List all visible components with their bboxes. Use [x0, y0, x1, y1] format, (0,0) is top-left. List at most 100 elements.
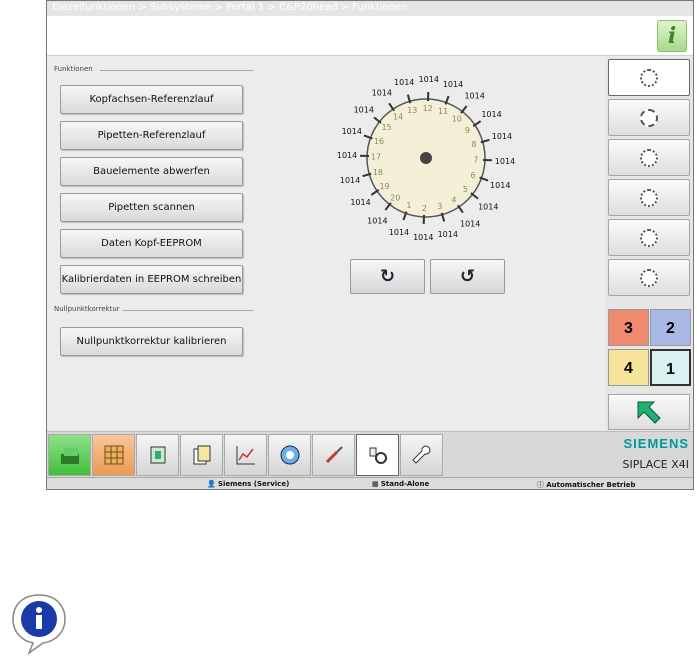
dial-position-number: 14	[393, 113, 403, 122]
kalibrierdaten-schreiben-button[interactable]: Kalibrierdaten in EEPROM schreiben	[60, 265, 243, 294]
gear-dial-button[interactable]	[608, 99, 690, 136]
screwdriver-icon	[325, 446, 343, 464]
chart-icon	[236, 446, 255, 465]
stack-icon	[60, 448, 79, 464]
top-bar: i	[47, 16, 693, 56]
dial-position-number: 16	[374, 137, 384, 146]
go-button[interactable]	[608, 394, 690, 430]
dial-value-label: 1014	[438, 230, 458, 239]
nullpunktkorrektur-kalibrieren-button[interactable]: Nullpunktkorrektur kalibrieren	[60, 327, 243, 356]
dial-value-label: 1014	[481, 110, 501, 119]
rotate-cw-button[interactable]: ↺	[430, 259, 505, 294]
dial-value-label: 1014	[460, 219, 480, 228]
dial-value-label: 1014	[342, 127, 362, 136]
dial-center	[420, 152, 432, 164]
dial-position-number: 2	[422, 204, 427, 213]
dial-position-number: 1	[406, 201, 411, 210]
quadrant-2-button[interactable]: 2	[650, 309, 691, 346]
quadrant-4-button[interactable]: 4	[608, 349, 649, 386]
bauelemente-abwerfen-button[interactable]: Bauelemente abwerfen	[60, 157, 243, 186]
dial-search-button[interactable]	[608, 219, 690, 256]
quadrant-1-button[interactable]: 1	[650, 349, 691, 386]
dial-value-label: 1014	[340, 176, 360, 185]
info-button[interactable]: i	[657, 20, 687, 52]
tab-functions[interactable]	[356, 434, 399, 476]
tab-documents[interactable]	[180, 434, 223, 476]
pipetten-referenzlauf-button[interactable]: Pipetten-Referenzlauf	[60, 121, 243, 150]
dial-value-label: 1014	[413, 233, 433, 242]
documents-icon	[193, 445, 210, 465]
side-toolbar: 3 2 4 1	[605, 57, 693, 431]
info-bubble-icon	[12, 594, 66, 655]
product-name: SIPLACE X4I	[622, 458, 689, 471]
dial-position-number: 17	[371, 152, 381, 161]
dial-position-number: 20	[390, 193, 400, 202]
section-nullpunkt-label: Nullpunktkorrektur	[54, 305, 120, 313]
section-funktionen: Funktionen	[54, 65, 254, 73]
status-operation: ⓘ Automatischer Betrieb	[537, 481, 636, 489]
dial-value-label: 1014	[419, 75, 439, 84]
section-nullpunkt: Nullpunktkorrektur	[54, 305, 254, 313]
rotate-ccw-button[interactable]: ↻	[350, 259, 425, 294]
tab-feeder[interactable]	[92, 434, 135, 476]
quadrant-4-label: 4	[624, 360, 633, 377]
dial-position-number: 10	[452, 115, 462, 124]
dial-dotted-button[interactable]	[608, 259, 690, 296]
dial-position-number: 3	[437, 202, 442, 211]
dial-value-label: 1014	[490, 181, 510, 190]
component-icon	[150, 446, 165, 464]
pipette-dial: 1101421014310144101451014610147 101481014…	[337, 75, 515, 242]
pipetten-scannen-button[interactable]: Pipetten scannen	[60, 193, 243, 222]
bottom-tabbar: SIEMENS SIPLACE X4I	[47, 431, 693, 477]
dial-value-label: 1014	[372, 89, 392, 98]
status-user: 👤 Siemens (Service)	[207, 480, 290, 488]
section-funktionen-label: Funktionen	[54, 65, 93, 73]
dial-position-number: 12	[423, 104, 433, 113]
dial-position-number: 7	[473, 156, 478, 165]
tab-overview[interactable]	[48, 434, 91, 476]
status-mode: ▦ Stand-Alone	[372, 480, 430, 488]
daten-kopf-eeprom-button[interactable]: Daten Kopf-EEPROM	[60, 229, 243, 258]
dial-view-button[interactable]	[608, 59, 690, 96]
dial-rotate-button[interactable]	[608, 179, 690, 216]
arrow-icon	[637, 401, 661, 424]
functions-panel: Funktionen Kopfachsen-Referenzlauf Pipet…	[47, 57, 605, 431]
dial-position-number: 19	[379, 182, 389, 191]
dial-position-number: 9	[465, 126, 470, 135]
tab-service[interactable]	[400, 434, 443, 476]
dial-value-label: 1014	[354, 105, 374, 114]
dial-value-label: 1014	[389, 228, 409, 237]
dial-position-number: 6	[470, 171, 475, 180]
tab-camera[interactable]	[268, 434, 311, 476]
quadrant-3-label: 3	[624, 320, 633, 337]
dial-value-label: 1014	[443, 80, 463, 89]
tab-statistics[interactable]	[224, 434, 267, 476]
brand-block: SIEMENS SIPLACE X4I	[623, 436, 689, 471]
dial-position-number: 15	[382, 123, 392, 132]
dial-rotate-icon	[640, 189, 658, 207]
breadcrumb: Einzelfunktionen > Subsysteme > Portal 1…	[47, 1, 693, 16]
tab-tools[interactable]	[312, 434, 355, 476]
status-bar: 👤 Siemens (Service) ▦ Stand-Alone ⓘ Auto…	[47, 477, 693, 489]
dial-value-label: 1014	[337, 151, 357, 160]
quadrant-1-label: 1	[666, 361, 675, 378]
dial-down-button[interactable]	[608, 139, 690, 176]
quadrant-2-label: 2	[666, 320, 675, 337]
dial-view-icon	[640, 69, 658, 87]
dial-value-label: 1014	[478, 203, 498, 212]
dial-down-icon	[640, 149, 658, 167]
siemens-logo: SIEMENS	[623, 436, 689, 451]
tab-component[interactable]	[136, 434, 179, 476]
kopfachsen-referenzlauf-button[interactable]: Kopfachsen-Referenzlauf	[60, 85, 243, 114]
dial-position-number: 5	[463, 185, 468, 194]
camera-icon	[280, 445, 299, 465]
dial-dotted-icon	[640, 269, 658, 287]
hand-gear-icon	[369, 447, 387, 464]
dial-value-label: 1014	[350, 198, 370, 207]
wrench-icon	[411, 445, 430, 464]
quadrant-3-button[interactable]: 3	[608, 309, 649, 346]
dial-position-number: 11	[438, 107, 448, 116]
dial-position-number: 13	[407, 106, 417, 115]
dial-position-number: 8	[472, 140, 477, 149]
grid-icon	[104, 445, 123, 465]
